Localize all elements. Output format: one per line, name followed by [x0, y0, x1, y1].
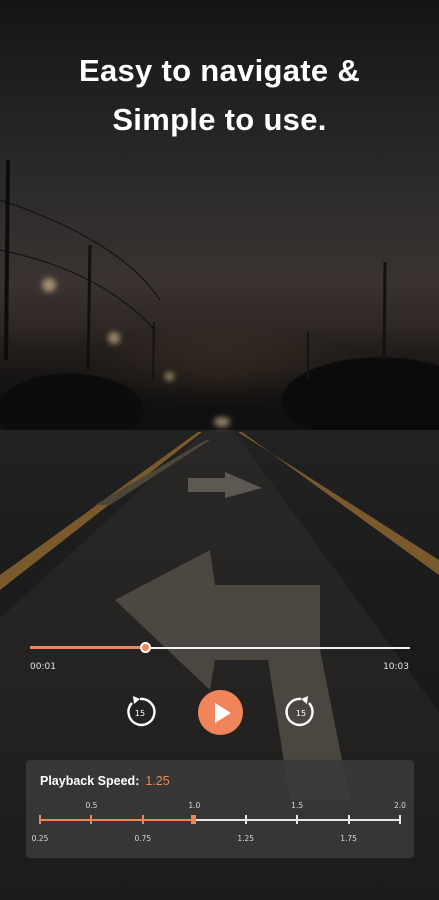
speed-tick-label: 1.5: [291, 801, 304, 810]
speed-tick-label: 1.75: [340, 834, 357, 843]
headline-line-2: Simple to use.: [112, 102, 327, 137]
speed-tick[interactable]: [399, 815, 401, 824]
forward-15-icon: 15: [285, 696, 314, 727]
playback-speed-slider[interactable]: 0.5 1.0 1.5 2.0 0.25 0.75 1.25 1.75: [32, 798, 406, 858]
speed-tick-label: 0.5: [85, 801, 98, 810]
rewind-seconds-label: 15: [135, 709, 145, 718]
street-light: [165, 372, 174, 381]
speed-thumb[interactable]: [191, 815, 197, 824]
street-light: [108, 332, 120, 344]
playback-speed-heading: Playback Speed: 1.25: [40, 774, 170, 788]
play-button[interactable]: [198, 690, 243, 735]
speed-tick-label: 1.0: [188, 801, 201, 810]
speed-tick[interactable]: [141, 815, 144, 824]
speed-tick-label: 0.75: [134, 834, 152, 843]
speed-tick[interactable]: [244, 815, 247, 824]
seek-bar[interactable]: [30, 640, 410, 656]
speed-track-fill: [40, 819, 194, 821]
distant-headlight: [214, 417, 230, 427]
headline: Easy to navigate & Simple to use.: [0, 46, 439, 144]
forward-seconds-label: 15: [296, 709, 306, 718]
playback-speed-value: 1.25: [145, 774, 170, 788]
seek-progress-fill: [30, 646, 146, 649]
forward-15-button[interactable]: 15: [284, 695, 318, 729]
speed-tick-label: 0.25: [31, 834, 49, 843]
playback-speed-label: Playback Speed:: [40, 774, 140, 788]
speed-tick[interactable]: [347, 815, 350, 824]
playback-speed-panel: Playback Speed: 1.25 0.5 1.0 1.5 2.0 0.25 0.75…: [26, 760, 414, 858]
total-time: 10:03: [383, 662, 409, 672]
headline-line-1: Easy to navigate &: [78, 53, 361, 88]
street-light: [42, 278, 56, 292]
play-icon: [214, 702, 231, 723]
current-time: 00:01: [30, 662, 56, 672]
speed-tick-label: 1.25: [237, 834, 255, 843]
rewind-15-icon: 15: [127, 696, 156, 727]
speed-tick[interactable]: [39, 815, 41, 824]
rewind-15-button[interactable]: 15: [123, 695, 157, 729]
speed-tick[interactable]: [296, 815, 299, 824]
seek-thumb[interactable]: [139, 642, 151, 653]
speed-tick-label: 2.0: [394, 801, 406, 810]
speed-tick[interactable]: [90, 815, 93, 824]
